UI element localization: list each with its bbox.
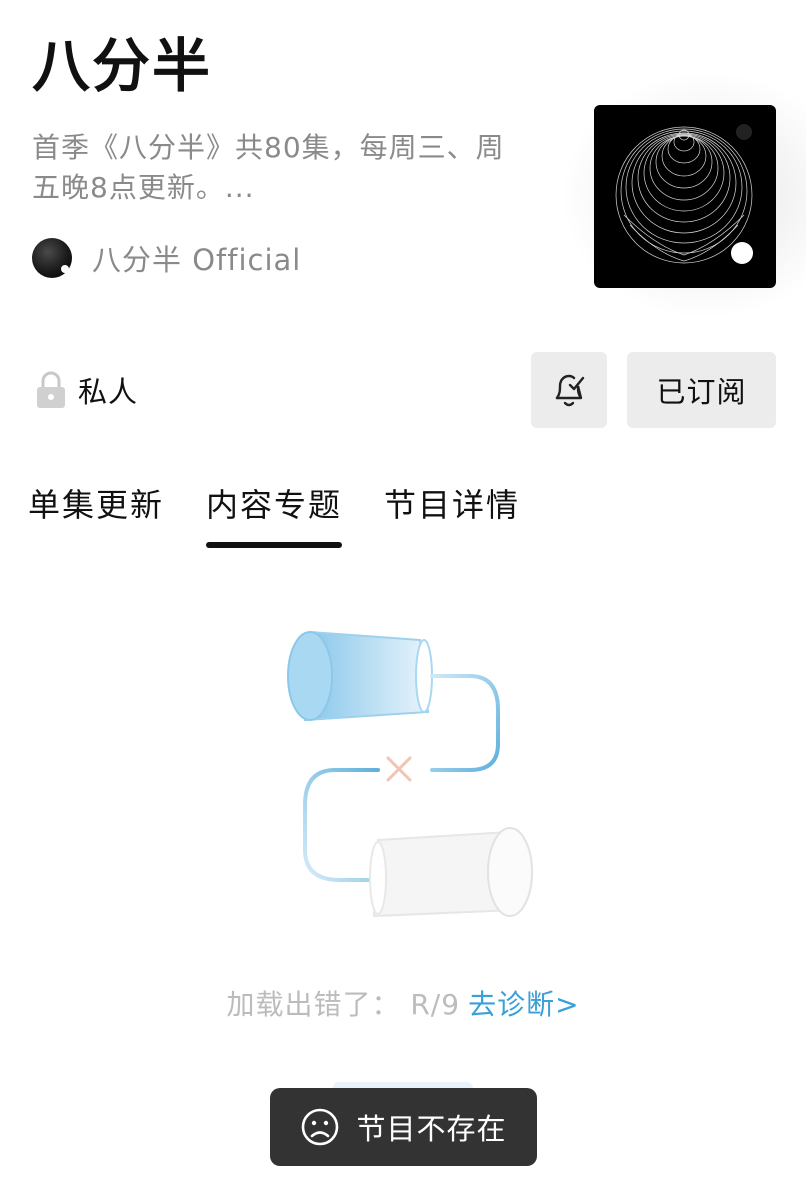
cover-sphere-art <box>615 124 753 264</box>
toast: 节目不存在 <box>270 1088 537 1166</box>
toast-message: 节目不存在 <box>356 1112 507 1146</box>
privacy-label: 私人 <box>78 375 139 409</box>
podcast-description[interactable]: 首季《八分半》共80集，每周三、周五晚8点更新。... <box>32 128 532 208</box>
error-message-row: 加载出错了： R/9 去诊断> <box>0 983 806 1023</box>
author-name[interactable]: 八分半 Official <box>92 237 301 279</box>
error-text: 加载出错了： R/9 <box>226 988 461 1021</box>
podcast-title: 八分半 <box>32 32 213 100</box>
diagnose-link[interactable]: 去诊断> <box>468 988 579 1021</box>
tab-topics[interactable]: 内容专题 <box>206 480 342 530</box>
sad-face-icon <box>302 1108 339 1146</box>
notify-button[interactable] <box>531 352 607 428</box>
subscribed-button[interactable]: 已订阅 <box>627 352 776 428</box>
connection-error-illustration <box>287 630 533 918</box>
lock-icon <box>37 371 65 408</box>
author-avatar[interactable] <box>32 238 72 278</box>
podcast-cover[interactable] <box>594 105 776 288</box>
author-row[interactable]: 八分半 Official <box>32 234 301 282</box>
tab-episodes[interactable]: 单集更新 <box>28 480 164 530</box>
privacy-status: 私人 <box>34 368 138 412</box>
active-tab-indicator <box>206 542 342 548</box>
bell-check-icon <box>555 374 585 407</box>
tab-details[interactable]: 节目详情 <box>384 480 520 530</box>
